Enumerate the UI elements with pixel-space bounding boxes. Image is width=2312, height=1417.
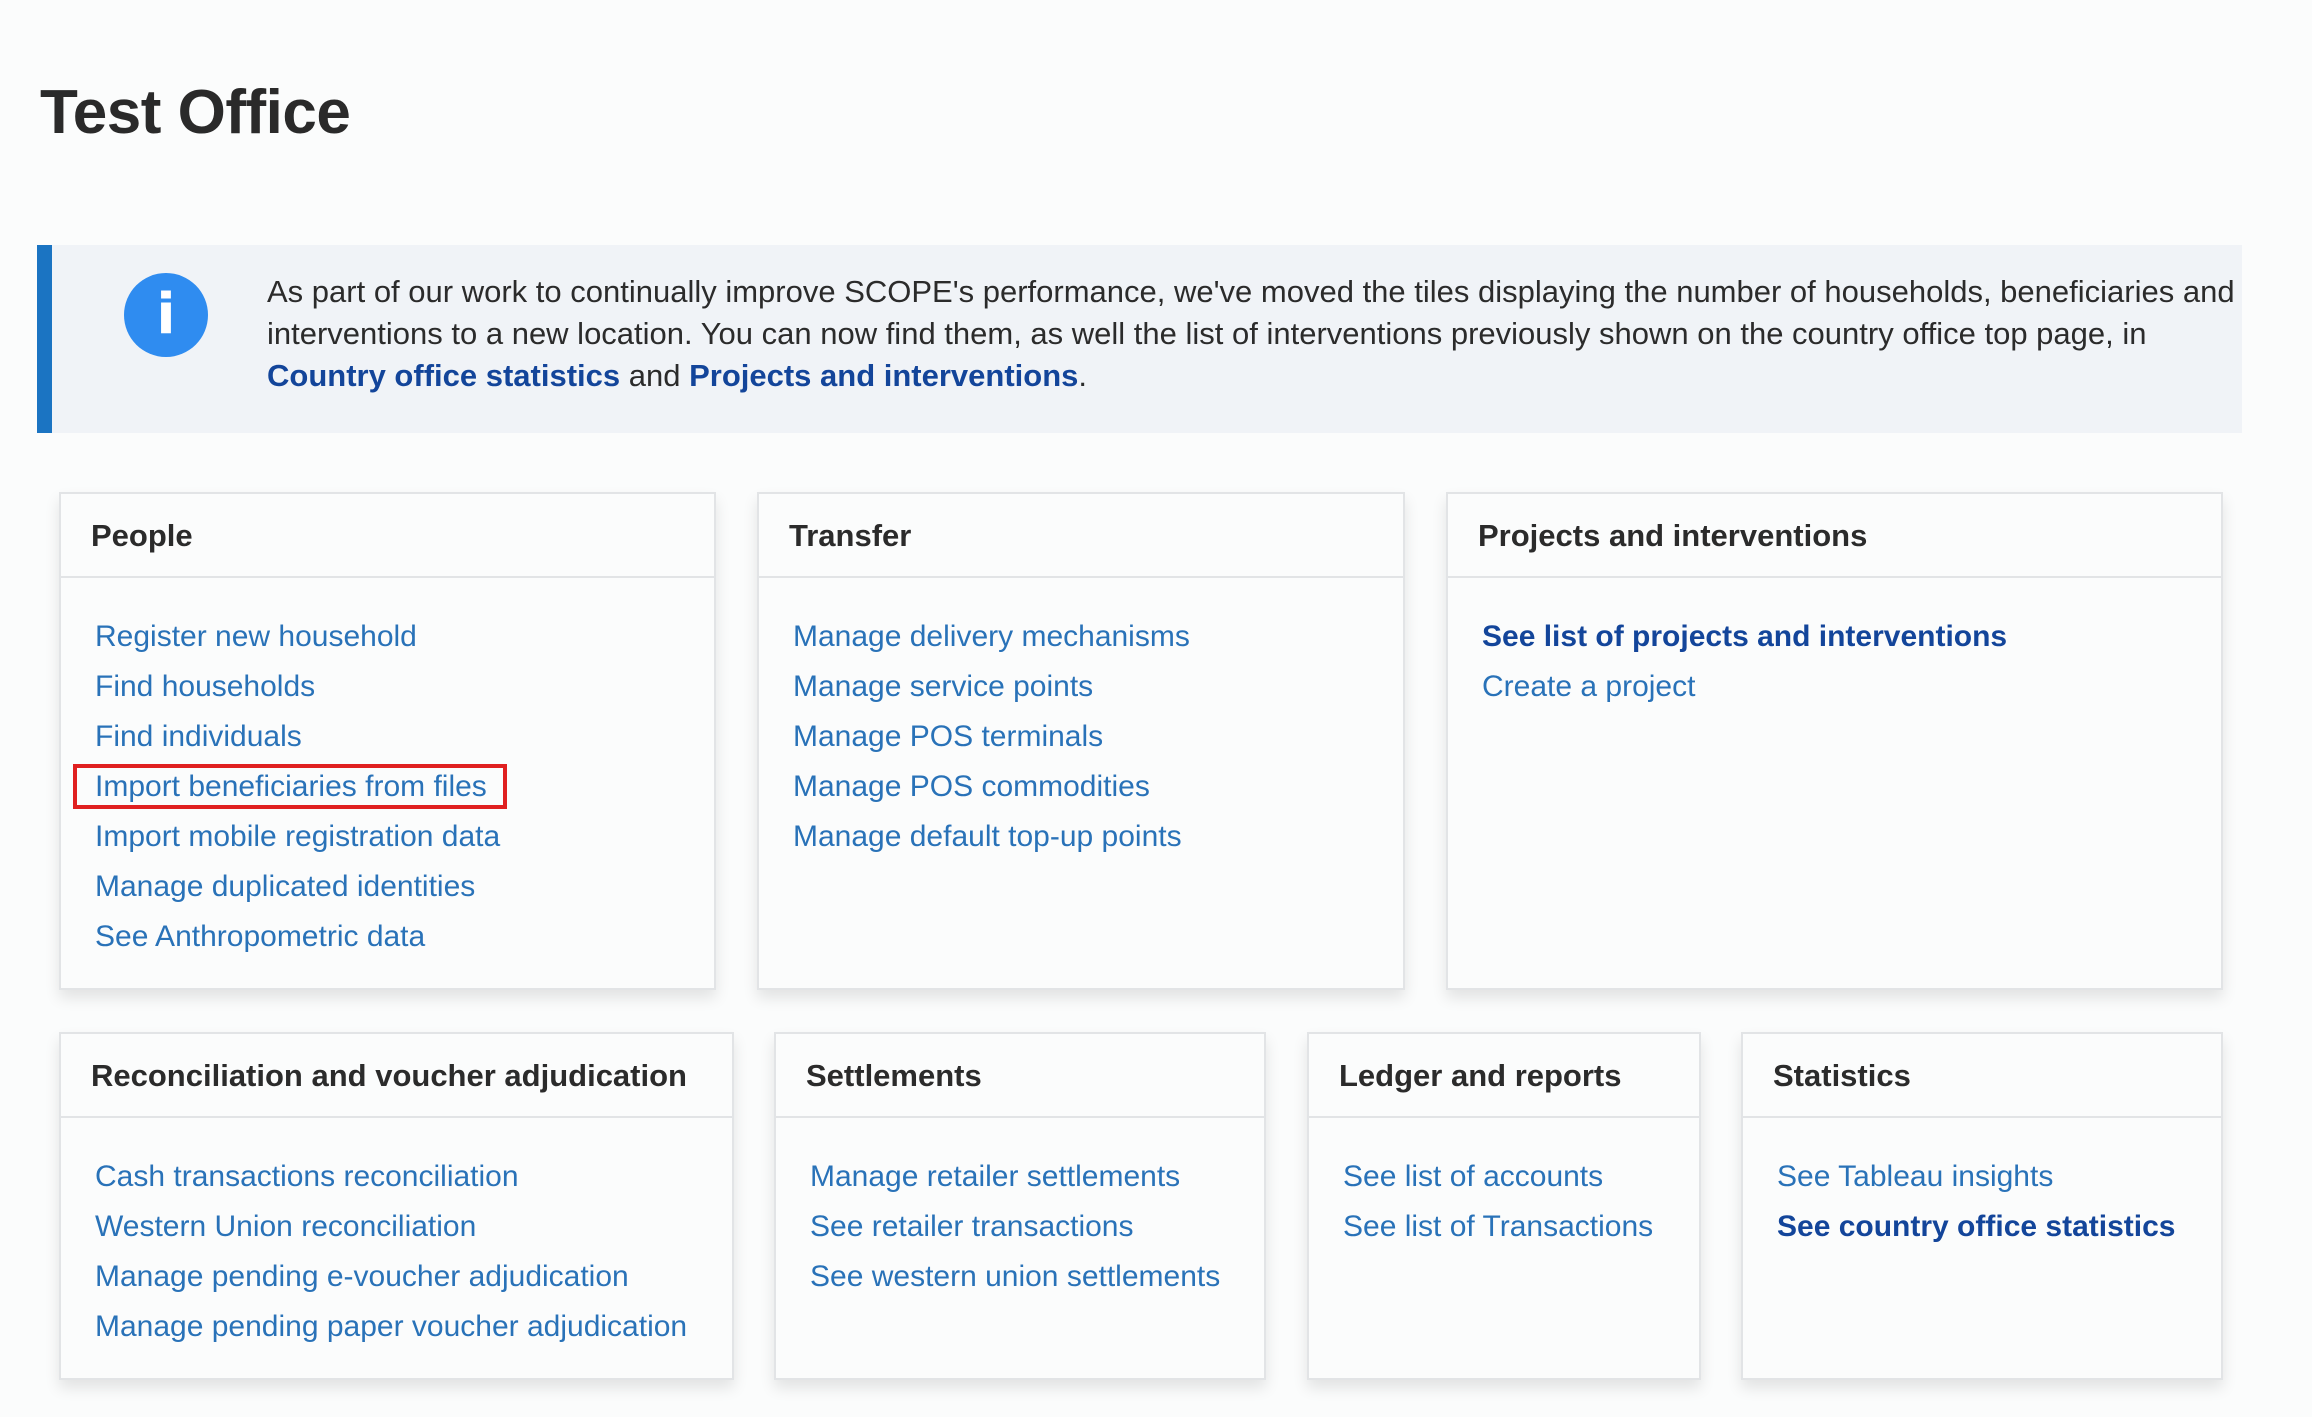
card-ledger-links: See list of accounts See list of Transac… [1309,1118,1699,1252]
manage-pending-e-voucher-adjudication-link[interactable]: Manage pending e-voucher adjudication [95,1252,732,1302]
projects-and-interventions-link[interactable]: Projects and interventions [689,358,1078,393]
card-settlements-title: Settlements [776,1034,1264,1118]
info-notice: i As part of our work to continually imp… [37,245,2242,433]
find-households-link[interactable]: Find households [95,662,714,712]
card-projects-title: Projects and interventions [1448,494,2221,578]
see-retailer-transactions-link[interactable]: See retailer transactions [810,1202,1264,1252]
manage-delivery-mechanisms-link[interactable]: Manage delivery mechanisms [793,612,1403,662]
card-projects-links: See list of projects and interventions C… [1448,578,2221,712]
card-people-title: People [61,494,714,578]
see-country-office-statistics-link[interactable]: See country office statistics [1777,1202,2221,1252]
country-office-statistics-link[interactable]: Country office statistics [267,358,620,393]
info-icon: i [124,273,208,357]
card-statistics-title: Statistics [1743,1034,2221,1118]
import-mobile-registration-data-link[interactable]: Import mobile registration data [95,812,714,862]
card-reconciliation: Reconciliation and voucher adjudication … [59,1032,734,1380]
see-western-union-settlements-link[interactable]: See western union settlements [810,1252,1264,1302]
notice-text: As part of our work to continually impro… [267,271,2257,397]
card-reconciliation-links: Cash transactions reconciliation Western… [61,1118,732,1352]
see-list-of-transactions-link[interactable]: See list of Transactions [1343,1202,1699,1252]
card-projects: Projects and interventions See list of p… [1446,492,2223,990]
create-a-project-link[interactable]: Create a project [1482,662,2221,712]
manage-retailer-settlements-link[interactable]: Manage retailer settlements [810,1152,1264,1202]
card-statistics: Statistics See Tableau insights See coun… [1741,1032,2223,1380]
page-title: Test Office [40,78,351,147]
card-settlements-links: Manage retailer settlements See retailer… [776,1118,1264,1302]
card-ledger: Ledger and reports See list of accounts … [1307,1032,1701,1380]
manage-service-points-link[interactable]: Manage service points [793,662,1403,712]
card-statistics-links: See Tableau insights See country office … [1743,1118,2221,1252]
page: Test Office i As part of our work to con… [0,0,2312,1417]
card-reconciliation-title: Reconciliation and voucher adjudication [61,1034,732,1118]
manage-default-top-up-points-link[interactable]: Manage default top-up points [793,812,1403,862]
manage-pending-paper-voucher-adjudication-link[interactable]: Manage pending paper voucher adjudicatio… [95,1302,732,1352]
card-transfer: Transfer Manage delivery mechanisms Mana… [757,492,1405,990]
notice-text-after: . [1078,358,1088,393]
western-union-reconciliation-link[interactable]: Western Union reconciliation [95,1202,732,1252]
see-list-of-projects-link[interactable]: See list of projects and interventions [1482,612,2221,662]
manage-pos-commodities-link[interactable]: Manage POS commodities [793,762,1403,812]
notice-text-middle: and [620,358,690,393]
see-list-of-accounts-link[interactable]: See list of accounts [1343,1152,1699,1202]
notice-text-before: As part of our work to continually impro… [267,274,2235,351]
card-people-links: Register new household Find households F… [61,578,714,962]
import-beneficiaries-from-files-link[interactable]: Import beneficiaries from files [73,762,714,812]
card-ledger-title: Ledger and reports [1309,1034,1699,1118]
card-transfer-links: Manage delivery mechanisms Manage servic… [759,578,1403,862]
find-individuals-link[interactable]: Find individuals [95,712,714,762]
see-tableau-insights-link[interactable]: See Tableau insights [1777,1152,2221,1202]
see-anthropometric-data-link[interactable]: See Anthropometric data [95,912,714,962]
cash-transactions-reconciliation-link[interactable]: Cash transactions reconciliation [95,1152,732,1202]
card-people: People Register new household Find house… [59,492,716,990]
card-transfer-title: Transfer [759,494,1403,578]
register-new-household-link[interactable]: Register new household [95,612,714,662]
manage-duplicated-identities-link[interactable]: Manage duplicated identities [95,862,714,912]
card-settlements: Settlements Manage retailer settlements … [774,1032,1266,1380]
manage-pos-terminals-link[interactable]: Manage POS terminals [793,712,1403,762]
